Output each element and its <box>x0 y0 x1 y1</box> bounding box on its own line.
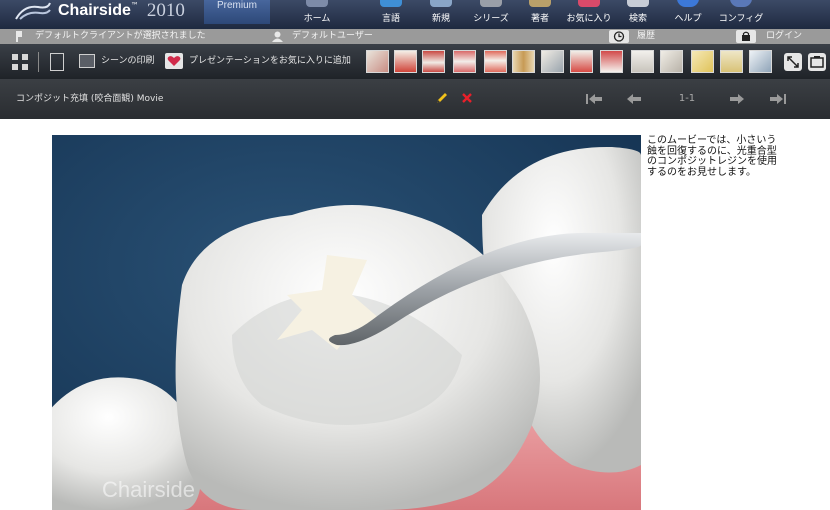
scene-title-bar: コンポジット充填 (咬合面観) Movie 1-1 <box>0 79 830 119</box>
previous-page-icon[interactable] <box>626 93 642 105</box>
scene-thumbnail-1[interactable] <box>366 50 389 73</box>
scene-thumbnail-13[interactable] <box>720 50 743 73</box>
trademark-mark: ™ <box>130 0 139 10</box>
scene-thumbnail-4[interactable] <box>453 50 476 73</box>
scene-thumbnail-5[interactable] <box>484 50 507 73</box>
app-logo: Chairside ™ 2010 <box>14 0 185 26</box>
login-button-bg[interactable] <box>736 30 756 43</box>
scene-thumbnail-10[interactable] <box>631 50 654 73</box>
nav-home[interactable]: ホーム <box>287 0 347 29</box>
logo-mark-icon <box>15 2 51 20</box>
scene-title: コンポジット充填 (咬合面観) Movie <box>16 94 164 104</box>
author-icon <box>529 0 551 7</box>
scene-toolbar: シーンの印刷 プレゼンテーションをお気に入りに追加 <box>0 44 830 79</box>
last-page-icon[interactable] <box>769 93 787 105</box>
print-scene-label[interactable]: シーンの印刷 <box>101 54 155 68</box>
expand-button[interactable] <box>784 53 802 71</box>
tooth-filling-illustration: Chairside <box>52 135 641 510</box>
scene-thumbnail-14[interactable] <box>749 50 772 73</box>
next-page-icon[interactable] <box>729 93 745 105</box>
history-button-bg[interactable] <box>609 30 629 43</box>
nav-help[interactable]: ヘルプ <box>658 0 718 29</box>
toolbar-divider <box>38 52 39 72</box>
chair-icon <box>16 31 22 42</box>
add-favorite-label[interactable]: プレゼンテーションをお気に入りに追加 <box>189 54 351 68</box>
scene-thumbnail-12[interactable] <box>691 50 714 73</box>
user-icon <box>272 31 283 42</box>
printer-icon[interactable] <box>79 54 95 68</box>
status-bar: デフォルトクライアントが選択されました デフォルトユーザー 履歴 ログイン <box>0 29 830 44</box>
nav-config-label: コンフィグ <box>718 14 764 24</box>
scene-description: このムービーでは、小さいう蝕を回復するのに、光重合型のコンポジットレジンを使用す… <box>647 135 777 178</box>
heart-favorite-icon <box>167 56 181 66</box>
scene-thumbnail-9[interactable] <box>600 50 623 73</box>
first-page-icon[interactable] <box>585 93 603 105</box>
scene-thumbnail-8[interactable] <box>570 50 593 73</box>
app-year: 2010 <box>146 0 185 21</box>
add-favorite-button[interactable] <box>165 53 183 69</box>
heart-icon <box>578 0 600 7</box>
lock-icon <box>742 31 750 41</box>
clock-icon <box>613 31 625 42</box>
delete-x-icon[interactable] <box>461 92 473 104</box>
scene-thumbnail-2[interactable] <box>394 50 417 73</box>
app-name: Chairside <box>58 2 131 19</box>
new-icon <box>430 0 452 7</box>
nav-help-label: ヘルプ <box>674 14 702 24</box>
document-icon[interactable] <box>50 53 64 71</box>
globe-icon <box>380 0 402 7</box>
home-icon <box>306 0 328 7</box>
nav-config[interactable]: コンフィグ <box>711 0 771 29</box>
presentation-icon <box>810 56 824 68</box>
page-indicator: 1-1 <box>678 93 696 104</box>
scene-thumbnail-11[interactable] <box>660 50 683 73</box>
movie-player[interactable]: Chairside <box>52 135 641 510</box>
scene-content: Chairside このムービーでは、小さいう蝕を回復するのに、光重合型のコンポ… <box>0 119 830 510</box>
help-icon <box>677 0 699 7</box>
history-label[interactable]: 履歴 <box>637 30 655 43</box>
presentation-button[interactable] <box>808 53 826 71</box>
search-icon <box>627 0 649 7</box>
watermark-text: Chairside <box>102 477 195 502</box>
premium-badge: Premium <box>204 0 270 24</box>
client-status[interactable]: デフォルトクライアントが選択されました <box>35 30 206 43</box>
user-status[interactable]: デフォルトユーザー <box>292 30 373 43</box>
scene-thumbnail-6[interactable] <box>512 50 535 73</box>
login-label[interactable]: ログイン <box>766 30 802 43</box>
gear-icon <box>730 0 752 7</box>
nav-home-label: ホーム <box>303 14 331 24</box>
pencil-edit-icon[interactable] <box>435 91 449 105</box>
scene-thumbnail-7[interactable] <box>541 50 564 73</box>
film-icon <box>480 0 502 7</box>
fullscreen-grid-icon[interactable] <box>11 53 29 71</box>
scene-thumbnail-3[interactable] <box>422 50 445 73</box>
expand-icon <box>787 56 799 68</box>
top-bar: Chairside ™ 2010 Premium ホーム 言語 新規 シリーズ … <box>0 0 830 29</box>
